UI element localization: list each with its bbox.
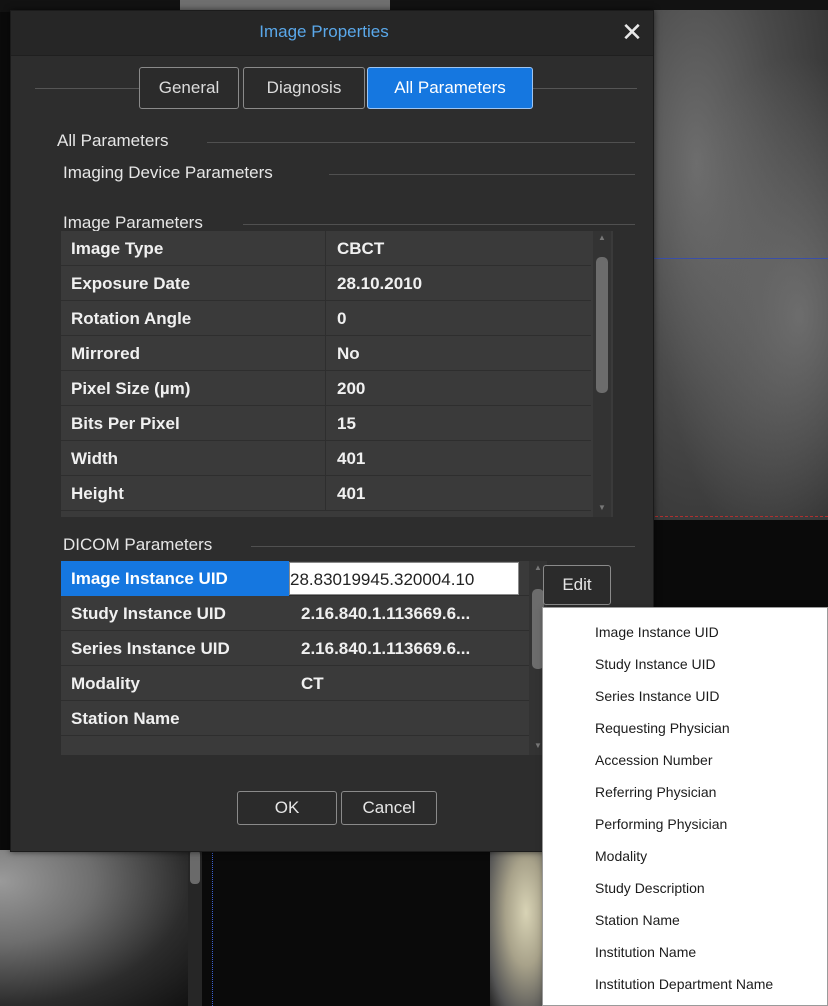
dialog-titlebar[interactable]: Image Properties ✕ <box>11 11 653 56</box>
3d-render-view <box>490 850 550 1006</box>
tab-divider-left <box>35 88 139 89</box>
table-row[interactable]: Image Type CBCT <box>61 231 591 266</box>
param-value: 200 <box>337 379 366 398</box>
table-row[interactable]: Station Name <box>61 701 529 736</box>
viewer-top-highlight <box>180 0 390 10</box>
edit-button[interactable]: Edit <box>543 565 611 605</box>
param-value: 0 <box>337 309 347 328</box>
table-row[interactable]: Height 401 <box>61 476 591 511</box>
param-value: CBCT <box>337 239 385 258</box>
crosshair-horizontal <box>640 258 828 259</box>
context-menu: Image Instance UID Study Instance UID Se… <box>542 607 828 1006</box>
dicom-value: CT <box>301 674 324 693</box>
tab-general[interactable]: General <box>139 67 239 109</box>
crosshair-red <box>640 516 828 518</box>
dicom-key: Station Name <box>71 709 180 728</box>
menu-item-accession-number[interactable]: Accession Number <box>595 752 713 768</box>
table-row[interactable]: Exposure Date 28.10.2010 <box>61 266 591 301</box>
table-row[interactable]: Study Instance UID 2.16.840.1.113669.6..… <box>61 596 529 631</box>
dicom-key: Series Instance UID <box>71 639 230 658</box>
dialog-title: Image Properties <box>259 22 389 41</box>
table-row[interactable]: Rotation Angle 0 <box>61 301 591 336</box>
table-row-partial[interactable] <box>61 736 529 755</box>
menu-item-requesting-physician[interactable]: Requesting Physician <box>595 720 730 736</box>
menu-item-image-instance-uid[interactable]: Image Instance UID <box>595 624 719 640</box>
param-key: Bits Per Pixel <box>71 414 180 433</box>
param-value: 28.10.2010 <box>337 274 423 293</box>
table-row[interactable]: Pixel Size (µm) 200 <box>61 371 591 406</box>
param-key: Width <box>71 449 119 468</box>
cancel-button[interactable]: Cancel <box>341 791 437 825</box>
dicom-parameters-table: Image Instance UID 28.83019945.320004.10… <box>61 561 547 755</box>
section-divider <box>243 224 635 225</box>
param-key: Image Type <box>71 239 164 258</box>
menu-item-station-name[interactable]: Station Name <box>595 912 680 928</box>
image-parameters-heading[interactable]: Image Parameters <box>63 213 203 233</box>
section-divider <box>329 174 635 175</box>
tab-divider-right <box>533 88 637 89</box>
dicom-value: 2.16.840.1.113669.6... <box>301 639 471 658</box>
ok-button[interactable]: OK <box>237 791 337 825</box>
dicom-key: Modality <box>71 674 140 693</box>
param-value: 401 <box>337 484 366 503</box>
param-value: No <box>337 344 360 363</box>
menu-item-referring-physician[interactable]: Referring Physician <box>595 784 716 800</box>
menu-item-study-instance-uid[interactable]: Study Instance UID <box>595 656 716 672</box>
param-key: Rotation Angle <box>71 309 192 328</box>
all-parameters-heading: All Parameters <box>57 131 169 150</box>
param-key: Mirrored <box>71 344 140 363</box>
param-value: 15 <box>337 414 356 433</box>
menu-item-series-instance-uid[interactable]: Series Instance UID <box>595 688 720 704</box>
table-row[interactable]: Modality CT <box>61 666 529 701</box>
scroll-down-icon[interactable]: ▼ <box>593 503 611 512</box>
ct-slice-view-lower <box>0 850 190 1006</box>
scrollbar-thumb[interactable] <box>596 257 608 393</box>
table-row[interactable]: Mirrored No <box>61 336 591 371</box>
ct-slice-view <box>640 10 828 520</box>
table-row[interactable]: Width 401 <box>61 441 591 476</box>
imaging-device-parameters-heading[interactable]: Imaging Device Parameters <box>63 163 273 183</box>
param-key: Exposure Date <box>71 274 191 293</box>
menu-item-modality[interactable]: Modality <box>595 848 647 864</box>
menu-item-institution-department-name[interactable]: Institution Department Name <box>595 976 773 992</box>
section-divider <box>207 142 635 143</box>
dicom-value: 2.16.840.1.113669.6... <box>301 604 471 623</box>
tab-diagnosis[interactable]: Diagnosis <box>243 67 365 109</box>
param-key: Height <box>71 484 124 503</box>
section-divider <box>251 546 635 547</box>
menu-item-performing-physician[interactable]: Performing Physician <box>595 816 727 832</box>
dicom-parameters-heading[interactable]: DICOM Parameters <box>63 535 212 555</box>
image-parameters-scrollbar[interactable]: ▲ ▼ <box>593 231 611 517</box>
table-row-selected[interactable]: Image Instance UID 28.83019945.320004.10 <box>61 561 529 596</box>
dicom-key: Study Instance UID <box>71 604 226 623</box>
crosshair-vertical <box>212 850 214 1006</box>
param-value: 401 <box>337 449 366 468</box>
menu-item-institution-name[interactable]: Institution Name <box>595 944 696 960</box>
dicom-value <box>291 701 529 736</box>
dicom-value-edit-field[interactable]: 28.83019945.320004.10 <box>289 562 519 595</box>
viewer-scrollbar-thumb[interactable] <box>190 850 200 884</box>
tab-all-parameters[interactable]: All Parameters <box>367 67 533 109</box>
scroll-up-icon[interactable]: ▲ <box>593 233 611 242</box>
menu-item-study-description[interactable]: Study Description <box>595 880 705 896</box>
table-row[interactable]: Bits Per Pixel 15 <box>61 406 591 441</box>
table-row[interactable]: Series Instance UID 2.16.840.1.113669.6.… <box>61 631 529 666</box>
image-parameters-table: Image Type CBCT Exposure Date 28.10.2010… <box>61 231 613 517</box>
param-key: Pixel Size (µm) <box>71 379 191 398</box>
close-icon[interactable]: ✕ <box>617 17 647 47</box>
dicom-key: Image Instance UID <box>61 561 289 596</box>
